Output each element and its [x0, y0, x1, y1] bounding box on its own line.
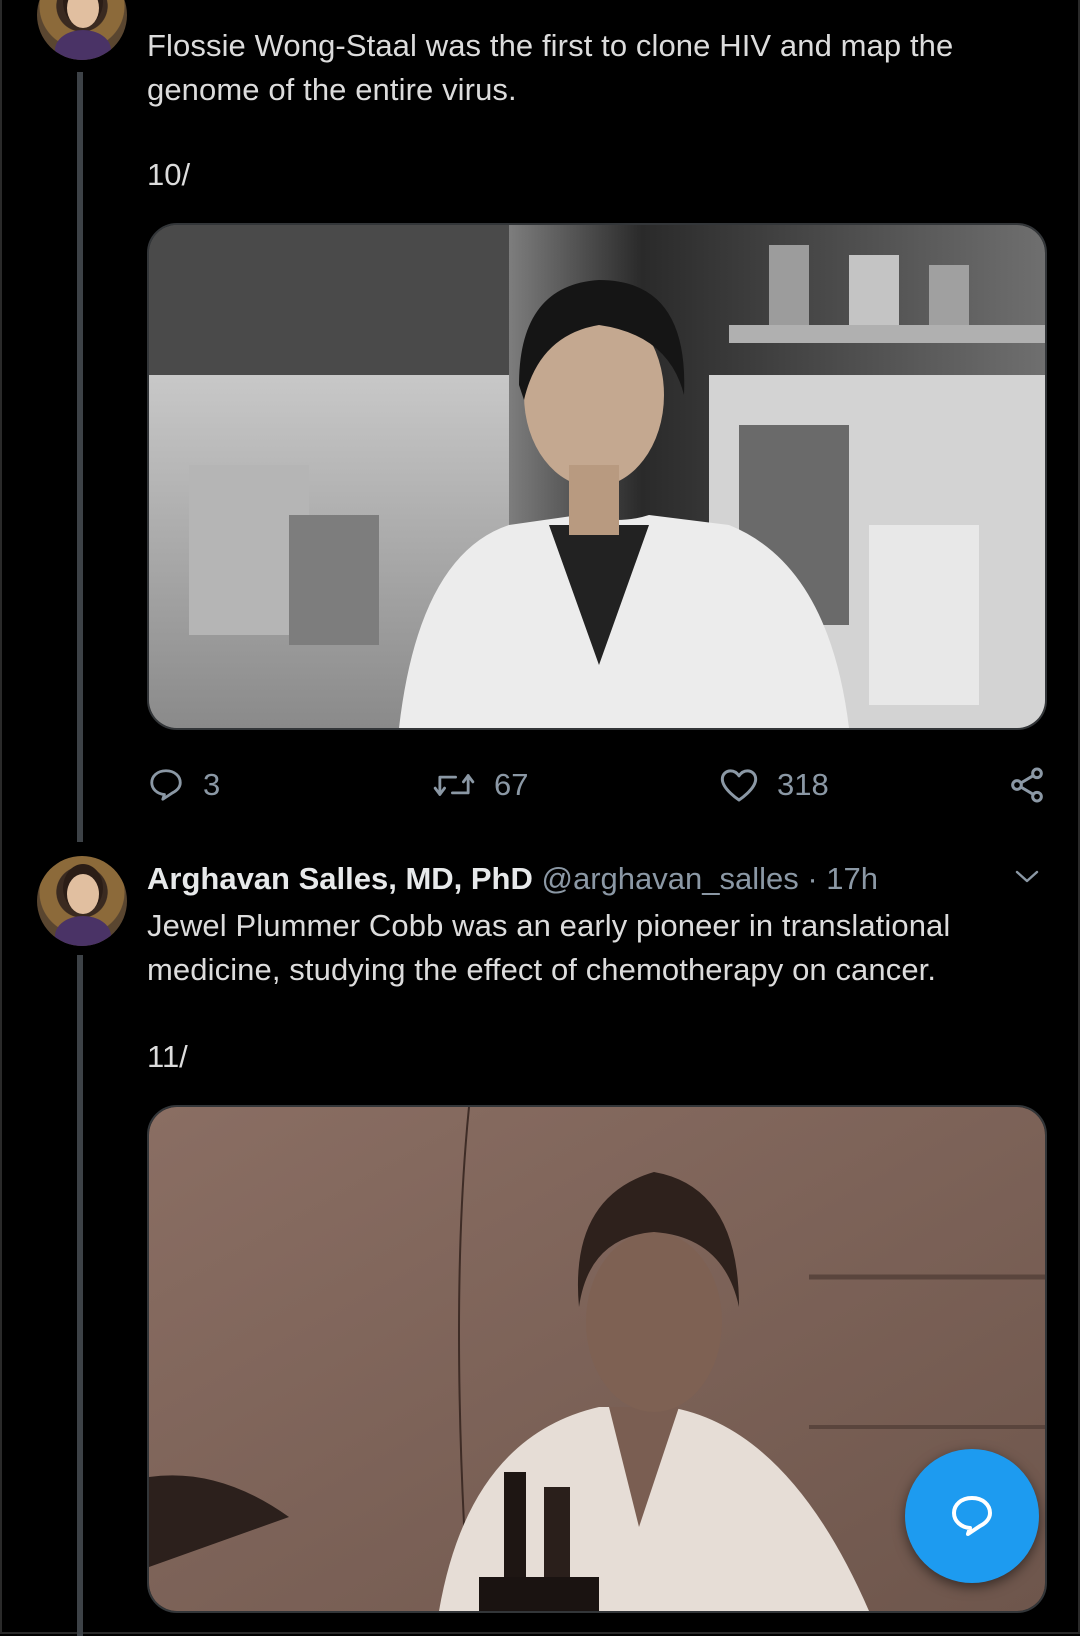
tweet-header: Arghavan Salles, MD, PhD @arghavan_salle…: [147, 857, 878, 901]
heart-icon: [720, 769, 758, 802]
thread-number: 10/: [147, 157, 191, 192]
avatar-face: [67, 874, 99, 914]
thread-connector-line: [77, 72, 83, 842]
like-action[interactable]: 318: [719, 757, 829, 813]
author-handle[interactable]: @arghavan_salles: [542, 861, 799, 896]
retweet-action[interactable]: 67: [432, 757, 528, 813]
avatar-body: [55, 30, 111, 60]
tweet-text: Jewel Plummer Cobb was an early pioneer …: [147, 908, 951, 987]
reply-icon: [150, 769, 182, 801]
retweet-count: 67: [494, 767, 529, 802]
compose-reply-button[interactable]: [905, 1449, 1039, 1583]
avatar-face: [67, 0, 99, 28]
chevron-down-icon: [1015, 870, 1039, 883]
tweet-actions: 3 67 318: [147, 757, 1047, 813]
avatar-body: [55, 916, 111, 946]
tweet-media-photo[interactable]: [147, 223, 1047, 730]
thread-number: 11/: [147, 1039, 188, 1074]
reply-count: 3: [203, 767, 221, 802]
compose-reply-icon: [952, 1496, 992, 1536]
author-avatar[interactable]: [37, 856, 127, 946]
retweet-icon: [433, 774, 475, 796]
thread-connector-line: [77, 955, 83, 1636]
tweet-menu-button[interactable]: [1012, 866, 1042, 891]
like-count: 318: [777, 767, 829, 802]
reply-action[interactable]: 3: [147, 757, 220, 813]
author-name[interactable]: Arghavan Salles, MD, PhD: [147, 861, 533, 896]
share-action[interactable]: [1007, 757, 1047, 813]
scientist-photo-bw: [149, 225, 1045, 728]
tweet-timestamp[interactable]: · 17h: [799, 861, 878, 896]
tweet-text: Flossie Wong-Staal was the first to clon…: [147, 28, 954, 107]
share-icon: [1011, 767, 1043, 803]
